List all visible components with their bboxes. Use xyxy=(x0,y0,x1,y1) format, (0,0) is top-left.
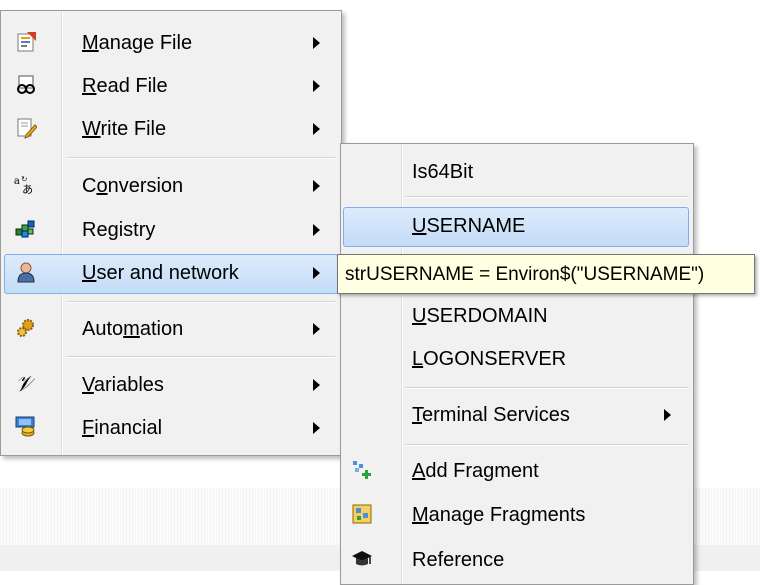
submenu-item-add-fragment[interactable]: Add Fragment xyxy=(341,451,693,491)
context-menu-main: Manage File Read File Write File a ↻ あ C… xyxy=(0,10,342,456)
menu-item-registry[interactable]: Registry xyxy=(1,210,341,250)
read-file-icon xyxy=(17,75,35,94)
submenu-item-manage-fragments[interactable]: Manage Fragments xyxy=(341,495,693,535)
gears-icon xyxy=(17,319,34,337)
menu-item-conversion[interactable]: a ↻ あ Conversion xyxy=(1,166,341,206)
menu-separator xyxy=(67,301,335,303)
menu-separator xyxy=(405,444,689,446)
svg-text:a: a xyxy=(14,176,20,187)
conversion-icon: a ↻ あ xyxy=(14,174,33,195)
menu-item-label: Financial xyxy=(82,416,163,439)
menu-item-read-file[interactable]: Read File xyxy=(1,66,341,106)
menu-item-label: User and network xyxy=(82,261,239,284)
submenu-arrow-icon xyxy=(313,80,320,92)
submenu-arrow-icon xyxy=(313,224,320,236)
svg-text:あ: あ xyxy=(22,183,33,195)
submenu-arrow-icon xyxy=(664,409,671,421)
menu-item-variables[interactable]: 𝒱 Variables xyxy=(1,365,341,405)
submenu-arrow-icon xyxy=(313,379,320,391)
menu-item-write-file[interactable]: Write File xyxy=(1,109,341,149)
menu-separator xyxy=(67,157,335,159)
menu-item-manage-file[interactable]: Manage File xyxy=(1,23,341,63)
menu-item-financial[interactable]: Financial xyxy=(1,408,341,448)
menu-item-label: Write File xyxy=(82,117,167,140)
svg-text:↻: ↻ xyxy=(21,174,27,183)
submenu-item-userdomain[interactable]: USERDOMAIN xyxy=(341,296,693,336)
submenu-item-reference[interactable]: Reference xyxy=(341,540,693,580)
submenu-item-logonserver[interactable]: LOGONSERVER xyxy=(341,339,693,379)
submenu-item-terminal-services[interactable]: Terminal Services xyxy=(341,395,693,435)
menu-item-label: Automation xyxy=(82,317,184,340)
svg-text:𝒱: 𝒱 xyxy=(15,372,35,394)
manage-file-icon xyxy=(17,32,36,52)
write-file-icon xyxy=(17,118,37,139)
menu-separator xyxy=(67,356,335,358)
menu-separator xyxy=(405,196,689,198)
manage-fragments-icon xyxy=(352,504,372,524)
graduation-cap-icon xyxy=(352,551,372,566)
submenu-arrow-icon xyxy=(313,37,320,49)
submenu-arrow-icon xyxy=(313,267,320,279)
add-fragment-icon xyxy=(353,461,371,479)
menu-item-label: Conversion xyxy=(82,174,184,197)
menu-item-label: Add Fragment xyxy=(412,459,539,482)
menu-item-automation[interactable]: Automation xyxy=(1,309,341,349)
financial-icon xyxy=(15,416,35,437)
submenu-arrow-icon xyxy=(313,180,320,192)
menu-item-label: Read File xyxy=(82,74,168,97)
context-menu-user-network: Is64Bit USERNAME USERDOMAIN LOGONSERVER … xyxy=(340,143,694,585)
menu-item-label: Is64Bit xyxy=(412,160,474,183)
tooltip: strUSERNAME = Environ$("USERNAME") xyxy=(337,254,755,294)
menu-item-label: Registry xyxy=(82,218,156,241)
menu-item-label: Variables xyxy=(82,373,164,396)
user-network-icon xyxy=(17,262,35,283)
submenu-item-is64bit[interactable]: Is64Bit xyxy=(341,152,693,192)
variable-v-icon: 𝒱 xyxy=(15,372,35,394)
menu-separator xyxy=(405,387,689,389)
submenu-arrow-icon xyxy=(313,422,320,434)
menu-item-label: Manage File xyxy=(82,31,193,54)
menu-item-label: Manage Fragments xyxy=(412,503,586,526)
menu-item-user-and-network[interactable]: User and network xyxy=(1,253,341,293)
menu-item-label: USERDOMAIN xyxy=(412,304,548,327)
submenu-arrow-icon xyxy=(313,123,320,135)
menu-item-label: LOGONSERVER xyxy=(412,347,567,370)
submenu-item-username[interactable]: USERNAME xyxy=(341,206,693,246)
registry-icon xyxy=(15,220,35,238)
menu-item-label: USERNAME xyxy=(412,214,526,237)
menu-item-label: Terminal Services xyxy=(412,403,570,426)
submenu-arrow-icon xyxy=(313,323,320,335)
menu-item-label: Reference xyxy=(412,548,505,571)
